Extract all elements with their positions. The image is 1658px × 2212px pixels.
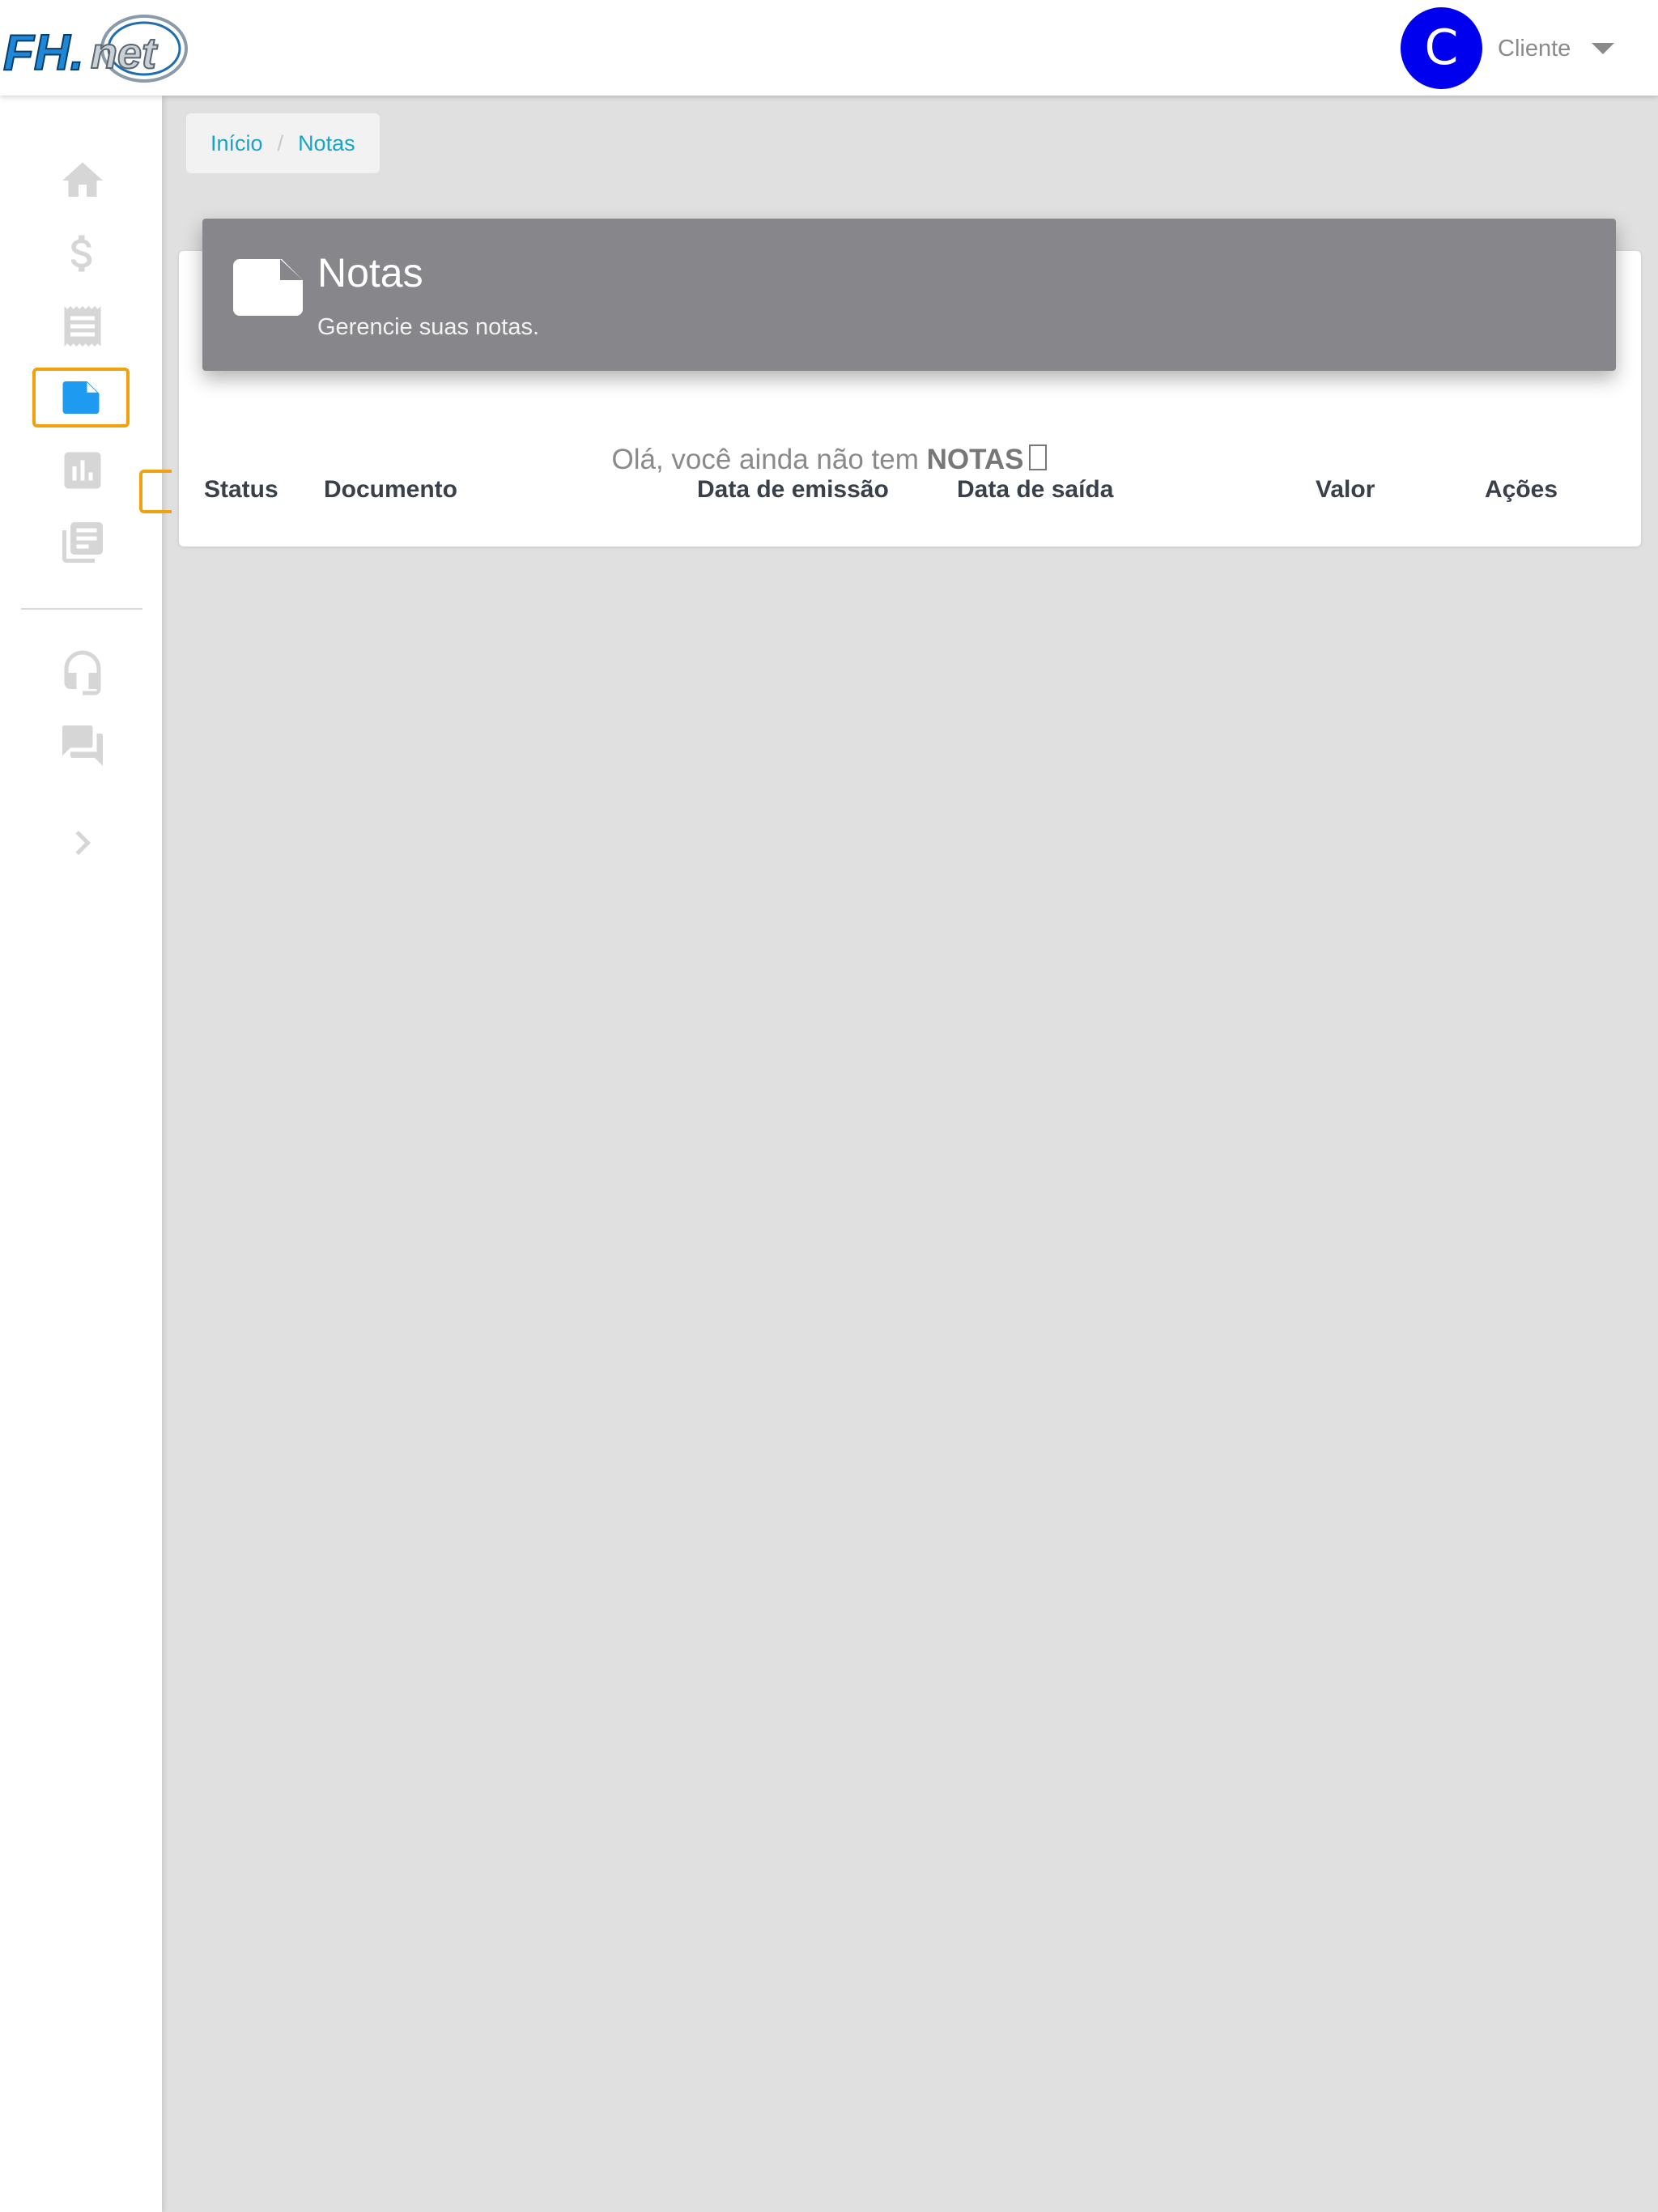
sidebar-expand-button[interactable] (32, 815, 133, 871)
page-header: Notas Gerencie suas notas. (202, 219, 1616, 371)
user-menu[interactable]: Cliente (1498, 29, 1615, 68)
empty-message-text: Olá, você ainda não tem (611, 444, 927, 475)
chevron-right-icon (75, 831, 91, 855)
breadcrumb: Início / Notas (186, 113, 380, 173)
home-icon (62, 162, 103, 197)
sidebar-item-reports[interactable] (32, 442, 133, 499)
page-title: Notas (317, 250, 423, 296)
sidebar-item-library[interactable] (32, 514, 133, 571)
caret-down-icon (1592, 43, 1615, 54)
note-icon (233, 259, 303, 316)
page-subtitle: Gerencie suas notas. (317, 314, 540, 340)
svg-text:FH.: FH. (3, 25, 84, 81)
dollar-icon (70, 235, 92, 272)
bar-chart-icon (64, 452, 101, 489)
empty-message-highlight: NOTAS (926, 444, 1024, 475)
column-header-status[interactable]: Status (204, 476, 278, 504)
sidebar-item-notes[interactable] (32, 368, 130, 428)
top-bar: FH. net C Cliente (0, 0, 1658, 96)
breadcrumb-home-link[interactable]: Início (210, 131, 263, 156)
sidebar-item-home[interactable] (32, 152, 133, 209)
user-menu-label: Cliente (1498, 35, 1571, 62)
sidebar-item-messages[interactable] (32, 717, 133, 774)
sidebar-item-support[interactable] (32, 644, 133, 701)
sidebar (0, 96, 172, 2212)
missing-glyph-icon (1028, 445, 1047, 470)
chat-icon (62, 725, 103, 766)
column-header-value[interactable]: Valor (1316, 476, 1375, 504)
fh-net-logo[interactable]: FH. net (0, 6, 194, 91)
breadcrumb-current-link[interactable]: Notas (298, 131, 355, 156)
user-avatar[interactable]: C (1401, 7, 1482, 89)
sidebar-divider (21, 608, 142, 610)
column-header-document[interactable]: Documento (324, 476, 457, 504)
receipt-icon (64, 306, 101, 347)
svg-text:net: net (91, 29, 158, 78)
breadcrumb-separator: / (277, 130, 284, 155)
library-icon (62, 522, 103, 563)
column-header-exit-date[interactable]: Data de saída (957, 476, 1113, 504)
headset-icon (64, 650, 101, 696)
empty-state-message: Olá, você ainda não tem NOTAS (0, 444, 1658, 476)
note-icon (62, 381, 100, 414)
sidebar-item-invoices[interactable] (32, 298, 133, 355)
column-header-issue-date[interactable]: Data de emissão (697, 476, 889, 504)
active-item-indicator (139, 470, 172, 513)
column-header-actions[interactable]: Ações (1485, 476, 1558, 504)
sidebar-item-finance[interactable] (32, 225, 133, 282)
